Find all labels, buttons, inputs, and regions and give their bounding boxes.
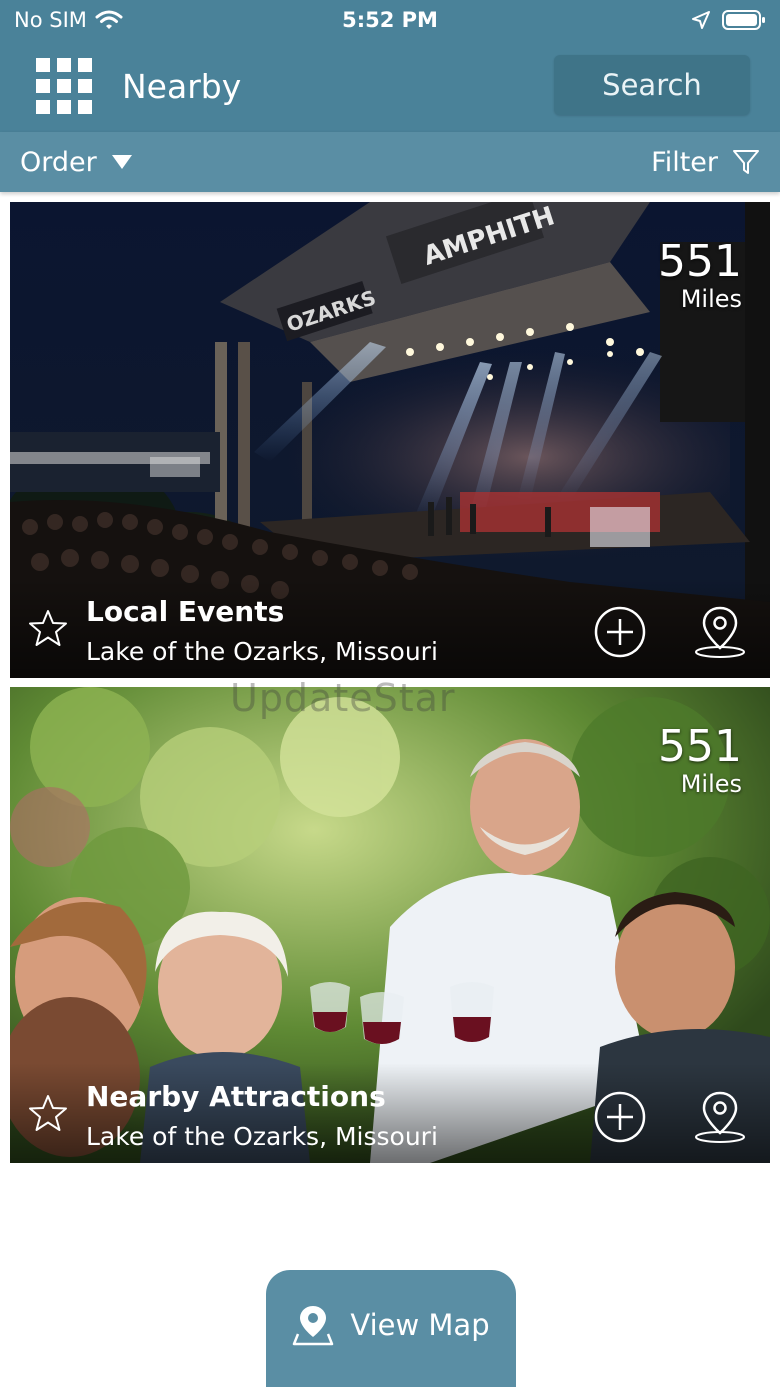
distance-badge: 551 Miles — [658, 236, 742, 313]
star-icon[interactable] — [28, 608, 68, 648]
card-title: Nearby Attractions — [86, 1080, 386, 1113]
view-map-button[interactable]: View Map — [266, 1270, 516, 1387]
view-map-label: View Map — [350, 1307, 490, 1342]
order-label: Order — [20, 146, 97, 178]
funnel-icon — [733, 150, 759, 174]
page-title: Nearby — [122, 66, 242, 106]
nav-bar: Nearby Search — [0, 40, 780, 132]
event-card-local-events[interactable]: AMPHITH OZARKS 551 Miles Local Events La… — [10, 202, 770, 678]
star-icon[interactable] — [28, 1093, 68, 1133]
card-title: Local Events — [86, 595, 285, 628]
search-button[interactable]: Search — [554, 55, 750, 115]
sort-filter-bar: Order Filter — [0, 132, 780, 192]
filter-label: Filter — [651, 146, 718, 178]
map-pin-icon[interactable] — [692, 1089, 748, 1145]
event-card-nearby-attractions[interactable]: 551 Miles Nearby Attractions Lake of the… — [10, 687, 770, 1163]
card-subtitle: Lake of the Ozarks, Missouri — [86, 637, 438, 666]
status-bar: No SIM 5:52 PM — [0, 0, 780, 40]
order-dropdown[interactable]: Order — [20, 147, 133, 178]
carrier-label: No SIM — [14, 8, 87, 32]
caret-down-icon — [111, 155, 132, 169]
add-circle-icon[interactable] — [594, 1091, 646, 1143]
location-arrow-icon — [692, 11, 710, 29]
distance-unit: Miles — [680, 285, 742, 313]
battery-icon — [722, 10, 765, 30]
add-circle-icon[interactable] — [594, 606, 646, 658]
apps-grid-icon[interactable] — [36, 58, 92, 114]
map-pin-icon — [293, 1305, 334, 1345]
watermark: UpdateStar — [230, 676, 456, 720]
filter-button[interactable]: Filter — [651, 147, 760, 178]
wifi-icon — [95, 10, 123, 29]
status-left: No SIM — [14, 8, 123, 32]
distance-value: 551 — [658, 721, 742, 772]
distance-unit: Miles — [680, 770, 742, 798]
card-subtitle: Lake of the Ozarks, Missouri — [86, 1122, 438, 1151]
map-pin-icon[interactable] — [692, 604, 748, 660]
distance-badge: 551 Miles — [658, 721, 742, 798]
status-right — [692, 9, 766, 31]
distance-value: 551 — [658, 236, 742, 287]
